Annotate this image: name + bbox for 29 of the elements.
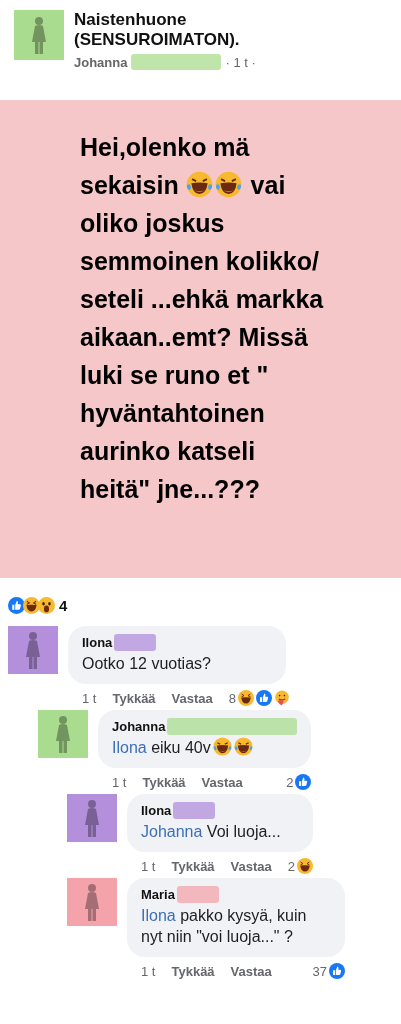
like-link[interactable]: Tykkää (171, 858, 215, 874)
like-link[interactable]: Tykkää (112, 690, 156, 706)
post-time: · 1 t · (225, 54, 256, 70)
comment-time: 1 t (82, 690, 97, 706)
like-link[interactable]: Tykkää (142, 774, 186, 790)
author-name: Johanna (74, 54, 128, 70)
commenter-name: Johanna (112, 719, 166, 734)
reaction-count: 2 (286, 774, 294, 790)
reaction-count: 4 (59, 596, 68, 614)
reaction-count: 8 (228, 690, 237, 706)
comment-text: Ilona pakko kysyä, kuin nyt niin "voi luoja..." ? (141, 906, 308, 947)
post-text: Hei,olenko mä sekaisin vai oliko joskus semmoinen kolikko/ seteli ...ehkä markka aikaan..emt? Missä luki se runo et " hyväntahtoinen aurinko katseli heitä" jne...??? (80, 132, 325, 505)
comment-text: Ilona eiku 40v (112, 737, 298, 758)
commenter-name: Ilona (82, 635, 113, 650)
comment-text: Ootko 12 vuotias? (82, 654, 212, 674)
reply-link[interactable]: Vastaa (230, 858, 272, 874)
comment-time: 1 t (141, 858, 156, 874)
commenter-name: Ilona (141, 803, 172, 818)
commenter-name: Maria (141, 887, 175, 902)
comment-time: 1 t (112, 774, 127, 790)
reaction-count: 2 (287, 858, 296, 874)
reply-link[interactable]: Vastaa (201, 774, 243, 790)
reply-link[interactable]: Vastaa (230, 963, 272, 979)
group-name: Naistenhuone (SENSUROIMATON). (74, 10, 241, 50)
reply-link[interactable]: Vastaa (171, 690, 213, 706)
comment-text: Johanna Voi luoja... (141, 822, 282, 842)
reaction-count: 37 (312, 963, 327, 979)
comment-time: 1 t (141, 963, 156, 979)
like-link[interactable]: Tykkää (171, 963, 215, 979)
